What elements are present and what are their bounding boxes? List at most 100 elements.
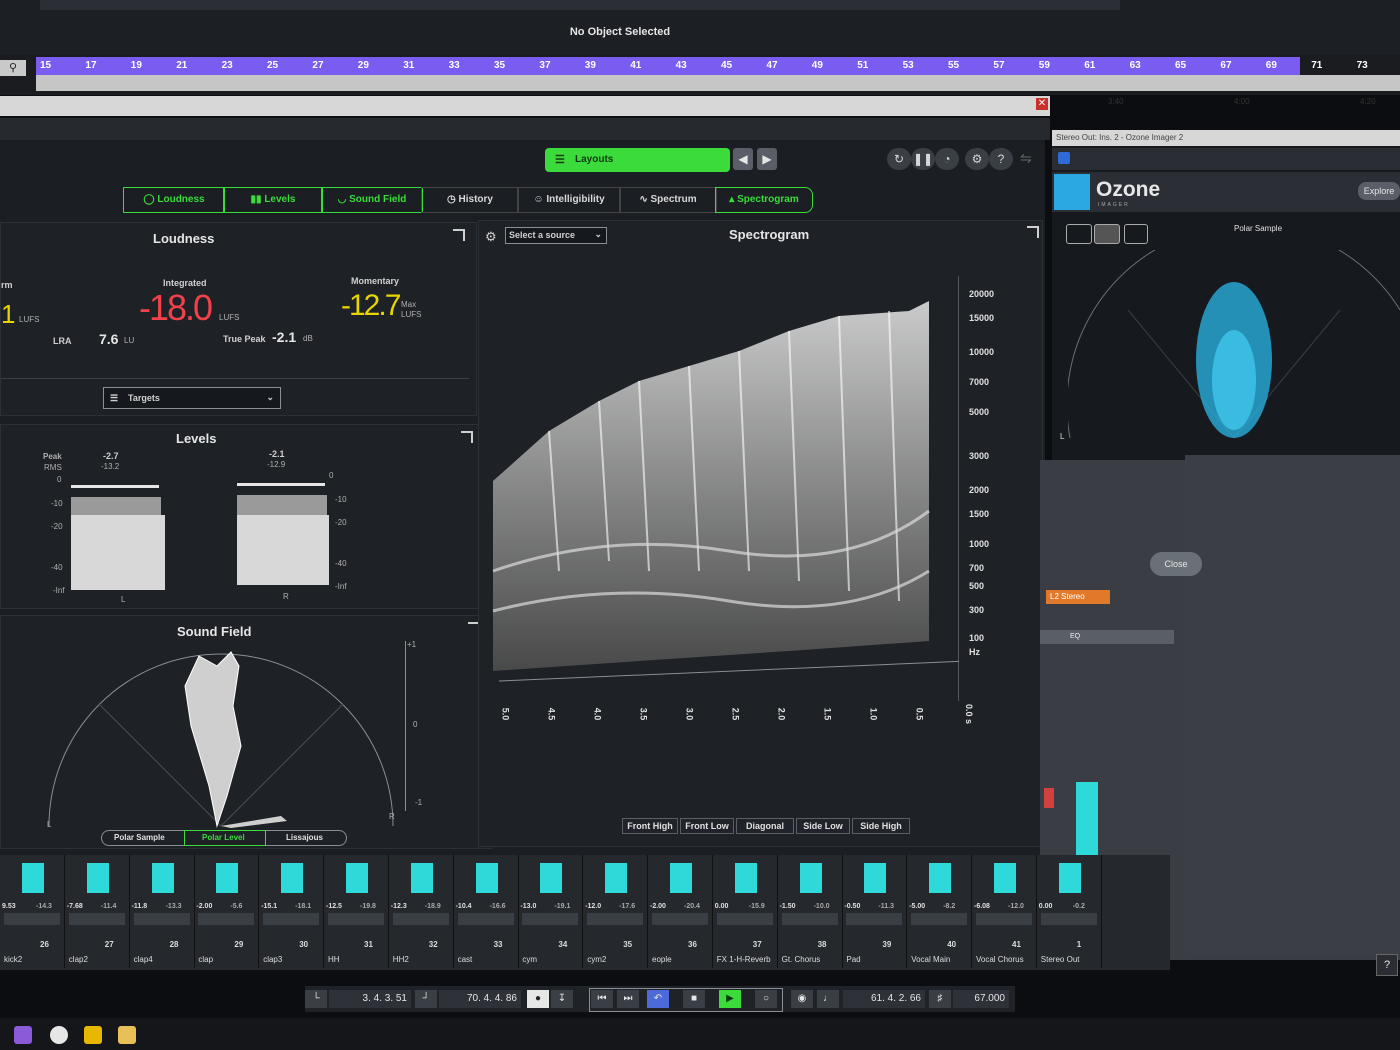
folder-icon[interactable] (118, 1026, 136, 1044)
read-write-buttons[interactable] (68, 913, 125, 925)
channel-name[interactable]: kick2 (4, 955, 22, 964)
mixer-channel[interactable]: -13.0 -19.1 34 cym (518, 855, 584, 968)
channel-volume[interactable]: 0.00 (1039, 903, 1053, 910)
channel-name[interactable]: clap3 (263, 955, 282, 964)
read-write-buttons[interactable] (392, 913, 449, 925)
read-write-buttons[interactable] (328, 913, 384, 925)
mixer-channel[interactable]: 0.00 -15.9 37 FX 1-H-Reverb (713, 855, 778, 968)
channel-volume[interactable]: -0.50 (844, 903, 860, 910)
meter-icon[interactable]: ◔ (935, 148, 959, 170)
lock-icon[interactable]: ● (527, 990, 549, 1008)
mixer-channel[interactable]: -12.5 -19.8 31 HH (324, 855, 389, 968)
time-ruler[interactable]: 1:001:201:402:002:202:403:003:203:404:00… (36, 75, 1400, 106)
routing-stereo-slot[interactable]: L2 Stereo (1046, 590, 1110, 604)
diamond-icon[interactable] (1124, 224, 1148, 244)
channel-name[interactable]: Vocal Chorus (976, 955, 1024, 964)
read-write-buttons[interactable] (133, 913, 190, 925)
channel-volume[interactable]: -7.68 (67, 903, 83, 910)
eq-slot[interactable]: EQ (1040, 630, 1174, 644)
pause-icon[interactable]: ❚❚ (911, 148, 935, 170)
key-editor[interactable] (1185, 455, 1400, 955)
channel-volume[interactable]: -2.00 (650, 903, 666, 910)
left-locator-icon[interactable]: └ (305, 990, 327, 1008)
mixer-channel[interactable]: -0.50 -11.3 39 Pad (842, 855, 908, 968)
mode-polar-sample[interactable]: Polar Sample (114, 833, 165, 842)
fader-handle[interactable] (1044, 788, 1054, 808)
read-write-buttons[interactable] (263, 913, 320, 925)
mixer-channel[interactable]: -11.8 -13.3 28 clap4 (130, 855, 195, 968)
timeline-ruler[interactable]: 15 17 19 21 23 25 27 29 31 33 35 37 39 41 43 45 47 49 51 53… (0, 55, 1400, 106)
close-icon[interactable]: ✕ (1036, 98, 1048, 110)
read-write-buttons[interactable] (457, 913, 514, 925)
mixer-channel[interactable]: 0.00 -0.2 1 Stereo Out (1037, 855, 1102, 968)
mixer-channel[interactable]: -2.00 -20.4 36 eople (648, 855, 713, 968)
view-side-high-button[interactable]: Side High (852, 818, 910, 834)
channel-name[interactable]: FX 1-H-Reverb (717, 955, 771, 964)
mixer-channel[interactable]: -2.00 -5.6 29 clap (194, 855, 260, 968)
mixer-channel[interactable]: -5.00 -8.2 40 Vocal Main (907, 855, 973, 968)
chat-app-icon[interactable] (84, 1026, 102, 1044)
channel-name[interactable]: cym2 (587, 955, 606, 964)
channel-name[interactable]: Vocal Main (911, 955, 950, 964)
channel-name[interactable]: HH (328, 955, 340, 964)
channel-volume[interactable]: -10.4 (456, 903, 472, 910)
gear-icon[interactable]: ⚙ (485, 229, 497, 245)
channel-volume[interactable]: -12.3 (391, 903, 407, 910)
go-to-start-icon[interactable]: ⏮ (591, 990, 613, 1008)
channel-name[interactable]: HH2 (393, 955, 409, 964)
mixer-channel[interactable]: -7.68 -11.4 27 clap2 (65, 855, 130, 968)
app-icon[interactable] (50, 1026, 68, 1044)
read-write-buttons[interactable] (198, 913, 255, 925)
read-write-buttons[interactable] (911, 913, 968, 925)
close-button[interactable]: Close (1150, 552, 1202, 576)
position-field[interactable]: 61. 4. 2. 66 (843, 990, 925, 1008)
tab-sound-field[interactable]: ◡ Sound Field (321, 187, 423, 213)
source-dropdown[interactable]: Select a source ⌄ (505, 227, 607, 244)
channel-volume[interactable]: 0.00 (715, 903, 729, 910)
tempo-field[interactable]: 67.000 (953, 990, 1009, 1008)
layouts-button[interactable]: ☰ Layouts (545, 148, 730, 172)
read-write-buttons[interactable] (522, 913, 579, 925)
view-front-high-button[interactable]: Front High (622, 818, 678, 834)
mixer-channel[interactable]: -10.4 -16.6 33 cast (454, 855, 519, 968)
tempo-sync-icon[interactable]: ♯ (929, 990, 951, 1008)
link-icon[interactable]: ⇋ (1020, 150, 1032, 167)
reset-icon[interactable]: ↻ (887, 148, 911, 170)
polar-mode-icon[interactable] (1066, 224, 1092, 244)
right-locator-icon[interactable]: ┘ (415, 990, 437, 1008)
help-button[interactable]: ? (1376, 954, 1398, 976)
mixer-channel[interactable]: -6.08 -12.0 41 Vocal Chorus (972, 855, 1037, 968)
channel-volume[interactable]: -12.5 (326, 903, 342, 910)
left-locator-field[interactable]: 3. 4. 3. 51 (329, 990, 411, 1008)
metronome-icon[interactable]: ♩ (817, 990, 839, 1008)
read-write-buttons[interactable] (4, 913, 60, 925)
read-write-buttons[interactable] (587, 913, 644, 925)
channel-name[interactable]: Gt. Chorus (782, 955, 821, 964)
channel-name[interactable]: eople (652, 955, 672, 964)
channel-volume[interactable]: 9.53 (2, 903, 16, 910)
mixer-channel[interactable]: -15.1 -18.1 30 clap3 (259, 855, 325, 968)
view-diagonal-button[interactable]: Diagonal (736, 818, 794, 834)
right-locator-field[interactable]: 70. 4. 4. 86 (439, 990, 521, 1008)
mixer-channel[interactable]: -12.3 -18.9 32 HH2 (389, 855, 454, 968)
mixer-channel[interactable]: -1.50 -10.0 38 Gt. Chorus (778, 855, 843, 968)
tab-levels[interactable]: ▮▮ Levels (223, 187, 323, 213)
read-write-buttons[interactable] (1040, 913, 1097, 925)
cycle-icon[interactable]: ↶ (647, 990, 669, 1008)
explore-button[interactable]: Explore (1358, 182, 1400, 200)
mode-lissajous[interactable]: Lissajous (286, 833, 323, 842)
tab-spectrogram[interactable]: ▴ Spectrogram (715, 187, 813, 213)
read-write-buttons[interactable] (716, 913, 773, 925)
channel-volume[interactable]: -6.08 (974, 903, 990, 910)
channel-name[interactable]: cym (522, 955, 537, 964)
targets-dropdown[interactable]: ☰ Targets ⌄ (103, 387, 281, 409)
power-icon[interactable] (1058, 152, 1070, 164)
bar-ruler[interactable]: 15 17 19 21 23 25 27 29 31 33 35 37 39 41 43 45 47 49 51 53… (36, 57, 1368, 75)
read-write-buttons[interactable] (781, 913, 838, 925)
mode-polar-level[interactable]: Polar Level (202, 833, 245, 842)
punch-icon[interactable]: ↧ (551, 990, 573, 1008)
channel-volume[interactable]: -5.00 (909, 903, 925, 910)
channel-volume[interactable]: -1.50 (780, 903, 796, 910)
read-write-buttons[interactable] (976, 913, 1032, 925)
help-icon[interactable]: ? (989, 148, 1013, 170)
